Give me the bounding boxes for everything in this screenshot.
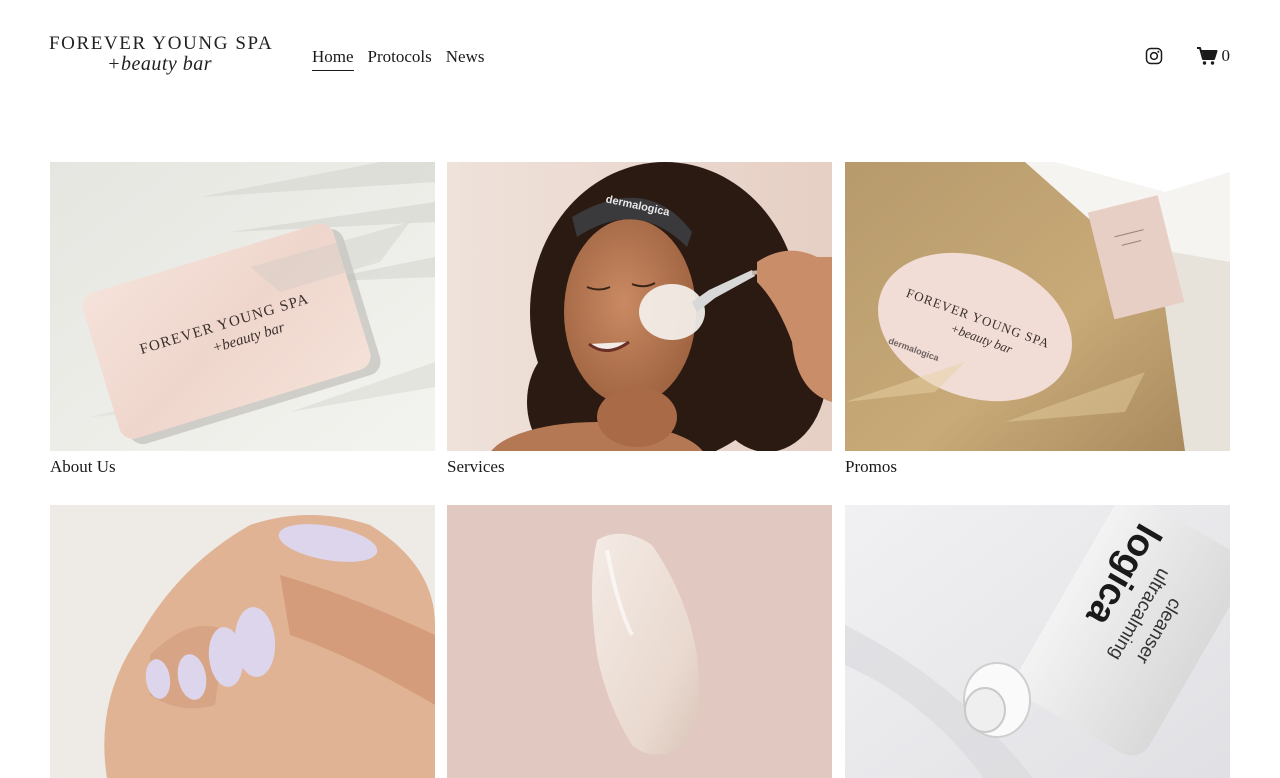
tile-image-cleanser[interactable]: logica ultracalming cleanser [845, 505, 1230, 778]
cart-icon [1196, 47, 1217, 65]
instagram-icon[interactable] [1145, 47, 1163, 65]
tile-cream[interactable] [447, 505, 832, 778]
business-card-image: FOREVER YOUNG SPA +beauty bar [50, 162, 435, 451]
tile-promos[interactable]: FOREVER YOUNG SPA +beauty bar dermalogic… [845, 162, 1230, 476]
manicure-image [50, 505, 435, 778]
cart-count: 0 [1221, 46, 1231, 65]
brand-tagline: +beauty bar [107, 53, 213, 75]
cream-swatch-image [447, 505, 832, 778]
tile-image-about-us[interactable]: FOREVER YOUNG SPA +beauty bar [50, 162, 435, 451]
kraft-bag-image: FOREVER YOUNG SPA +beauty bar dermalogic… [845, 162, 1230, 451]
tile-image-promos[interactable]: FOREVER YOUNG SPA +beauty bar dermalogic… [845, 162, 1230, 451]
main-nav: Home Protocols News [312, 47, 485, 71]
cleanser-tube-image: logica ultracalming cleanser [845, 505, 1230, 778]
header-actions: 0 [1145, 46, 1231, 66]
nav-home[interactable]: Home [312, 47, 354, 71]
tile-label-services[interactable]: Services [447, 457, 505, 477]
site-header: FOREVER YOUNG SPA +beauty bar Home Proto… [0, 0, 1280, 110]
nav-protocols[interactable]: Protocols [368, 47, 432, 71]
cart-button[interactable]: 0 [1196, 46, 1231, 66]
tile-cleanser[interactable]: logica ultracalming cleanser [845, 505, 1230, 778]
tile-image-services[interactable]: dermalogica [447, 162, 832, 451]
tile-about-us[interactable]: FOREVER YOUNG SPA +beauty bar About Us [50, 162, 435, 476]
tile-image-nails[interactable] [50, 505, 435, 778]
facial-treatment-image: dermalogica [447, 162, 832, 451]
brand-name: FOREVER YOUNG SPA [49, 33, 274, 54]
tile-services[interactable]: dermalogica Services [447, 162, 832, 476]
brand-logo[interactable]: FOREVER YOUNG SPA +beauty bar [49, 33, 284, 83]
tile-nails[interactable] [50, 505, 435, 778]
tile-label-about-us[interactable]: About Us [50, 457, 116, 477]
tile-label-promos[interactable]: Promos [845, 457, 897, 477]
tile-image-cream[interactable] [447, 505, 832, 778]
nav-news[interactable]: News [446, 47, 485, 71]
